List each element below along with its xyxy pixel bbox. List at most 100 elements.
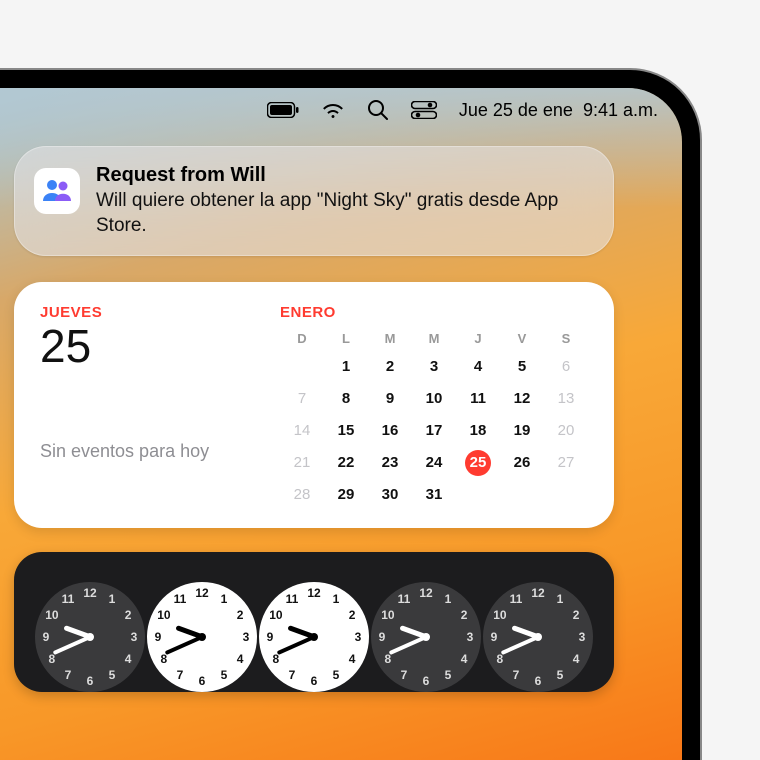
clock-tick: 4: [573, 652, 580, 666]
clock-face: 121234567891011: [371, 582, 481, 692]
calendar-day: 26: [500, 452, 544, 474]
clock-tick: 6: [87, 674, 94, 688]
clock-tick: 10: [493, 608, 506, 622]
clock-tick: 9: [155, 630, 162, 644]
calendar-day: 10: [412, 388, 456, 410]
calendar-day: 27: [544, 452, 588, 474]
clock-minute-hand: [501, 636, 539, 656]
clock-tick: 3: [467, 630, 474, 644]
clock-tick: 11: [174, 592, 187, 606]
calendar-weekday-header: D: [280, 331, 324, 346]
calendar-no-events: Sin eventos para hoy: [40, 441, 250, 462]
search-icon[interactable]: [367, 99, 389, 121]
calendar-day: 2: [368, 356, 412, 378]
clock-tick: 10: [157, 608, 170, 622]
clock-minute-hand: [277, 636, 315, 656]
calendar-day: [280, 356, 324, 378]
clock-tick: 12: [307, 586, 320, 600]
clock-tick: 10: [381, 608, 394, 622]
clock-tick: 5: [109, 668, 116, 682]
calendar-day: 11: [456, 388, 500, 410]
calendar-day-number: 25: [40, 323, 250, 369]
clock-minute-hand: [53, 636, 91, 656]
clock-tick: 7: [289, 668, 296, 682]
calendar-weekday-header: J: [456, 331, 500, 346]
clock-tick: 2: [573, 608, 580, 622]
clock-face: 121234567891011: [35, 582, 145, 692]
notification-body: Request from Will Will quiere obtener la…: [96, 164, 594, 238]
clock-pin: [86, 633, 94, 641]
clock-tick: 4: [349, 652, 356, 666]
calendar-day: 6: [544, 356, 588, 378]
clock-face: 121234567891011: [147, 582, 257, 692]
calendar-day: 28: [280, 484, 324, 506]
calendar-day: 16: [368, 420, 412, 442]
clock-tick: 5: [557, 668, 564, 682]
clock-tick: 4: [125, 652, 132, 666]
calendar-day: 22: [324, 452, 368, 474]
calendar-day: 3: [412, 356, 456, 378]
calendar-grid: DLMMJVS123456789101112131415161718192021…: [280, 331, 588, 506]
calendar-day: 19: [500, 420, 544, 442]
clock-tick: 6: [199, 674, 206, 688]
calendar-day: [544, 484, 588, 506]
calendar-day: 30: [368, 484, 412, 506]
wifi-icon: [321, 101, 345, 119]
clock-pin: [534, 633, 542, 641]
calendar-day: 8: [324, 388, 368, 410]
clock-tick: 7: [65, 668, 72, 682]
clock-pin: [422, 633, 430, 641]
calendar-day: 9: [368, 388, 412, 410]
clock-tick: 10: [45, 608, 58, 622]
clock-tick: 7: [177, 668, 184, 682]
clock-tick: 7: [401, 668, 408, 682]
clock-tick: 2: [461, 608, 468, 622]
clock-tick: 9: [491, 630, 498, 644]
calendar-day: 24: [412, 452, 456, 474]
clock-tick: 5: [221, 668, 228, 682]
notification-banner[interactable]: Request from Will Will quiere obtener la…: [14, 146, 614, 256]
clock-tick: 1: [221, 592, 228, 606]
calendar-day: 21: [280, 452, 324, 474]
clock-tick: 2: [237, 608, 244, 622]
clock-face: 121234567891011: [483, 582, 593, 692]
notification-text: Will quiere obtener la app "Night Sky" g…: [96, 189, 594, 238]
calendar-day: 18: [456, 420, 500, 442]
calendar-weekday-header: V: [500, 331, 544, 346]
calendar-widget[interactable]: JUEVES 25 Sin eventos para hoy ENERO DLM…: [14, 282, 614, 528]
clock-tick: 4: [461, 652, 468, 666]
clock-tick: 10: [269, 608, 282, 622]
calendar-day: [456, 484, 500, 506]
calendar-day: 17: [412, 420, 456, 442]
clock-tick: 12: [419, 586, 432, 600]
world-clock-widget[interactable]: 1212345678910111212345678910111212345678…: [14, 552, 614, 692]
control-center-icon[interactable]: [411, 101, 437, 119]
calendar-weekday-header: S: [544, 331, 588, 346]
calendar-day: 12: [500, 388, 544, 410]
clock-tick: 9: [267, 630, 274, 644]
calendar-day: 1: [324, 356, 368, 378]
clock-tick: 11: [398, 592, 411, 606]
clock-tick: 3: [131, 630, 138, 644]
clock-tick: 3: [579, 630, 586, 644]
clock-tick: 12: [531, 586, 544, 600]
calendar-day: 29: [324, 484, 368, 506]
battery-icon: [267, 102, 299, 118]
calendar-day: 14: [280, 420, 324, 442]
clock-tick: 9: [379, 630, 386, 644]
clock-tick: 4: [237, 652, 244, 666]
calendar-day: 20: [544, 420, 588, 442]
calendar-day: 5: [500, 356, 544, 378]
calendar-weekday-header: M: [412, 331, 456, 346]
status-date: Jue 25 de ene: [459, 100, 573, 121]
calendar-day-of-week: JUEVES: [40, 304, 250, 321]
calendar-weekday-header: L: [324, 331, 368, 346]
device-bezel: Jue 25 de ene 9:41 a.m. Request from Wil…: [0, 70, 700, 760]
clock-tick: 3: [243, 630, 250, 644]
clock-tick: 1: [333, 592, 340, 606]
clock-tick: 5: [445, 668, 452, 682]
clock-tick: 2: [349, 608, 356, 622]
status-datetime[interactable]: Jue 25 de ene 9:41 a.m.: [459, 100, 658, 121]
notification-title: Request from Will: [96, 164, 594, 187]
clock-tick: 11: [510, 592, 523, 606]
